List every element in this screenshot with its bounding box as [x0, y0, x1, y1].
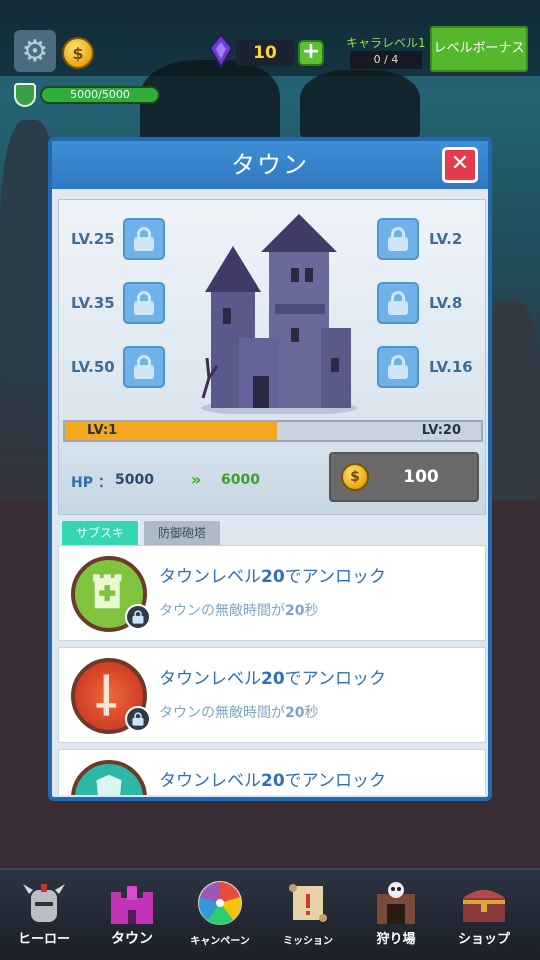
nav-label: 狩り場: [376, 932, 416, 947]
lock-slot-left-3[interactable]: LV.50: [71, 346, 165, 388]
desc-text: タウンの無敵時間が: [159, 705, 285, 721]
lock-icon: [377, 282, 419, 324]
castle-image: [201, 214, 357, 414]
skill-tabs: サブスキ 防御砲塔: [62, 521, 221, 545]
upgrade-button[interactable]: $ 100: [329, 452, 479, 502]
desc-number: 20: [285, 603, 305, 619]
lock-icon: [125, 604, 151, 630]
hp-current: 5000: [115, 472, 154, 488]
title-text: タウンレベル: [159, 771, 261, 791]
lock-level-label: LV.8: [429, 294, 463, 312]
nav-label: ミッション: [283, 936, 333, 947]
gem-count: 10: [236, 40, 294, 66]
gem-icon: [208, 34, 234, 68]
coin-icon: $: [62, 37, 94, 69]
shield-icon: [14, 83, 36, 107]
title-number: 20: [261, 771, 285, 791]
top-hud: ⚙ $ 10 + キャラレベル1 0 / 4 レベルボーナス: [0, 0, 540, 76]
desc-number: 20: [285, 705, 305, 721]
upgrade-price: 100: [403, 467, 439, 487]
desc-text: 秒: [304, 705, 319, 721]
tab-defense-turret[interactable]: 防御砲塔: [144, 521, 221, 545]
lock-slot-right-2[interactable]: LV.8: [377, 282, 481, 324]
chara-level-progress: 0 / 4: [350, 51, 422, 69]
desc-text: 秒: [304, 603, 319, 619]
lock-level-label: LV.16: [429, 358, 473, 376]
lock-slot-left-1[interactable]: LV.25: [71, 218, 165, 260]
skill-list: タウンレベル20でアンロック タウンの無敵時間が20秒 タウンレベル20でアンロ…: [58, 545, 486, 795]
tab-sub-skill[interactable]: サブスキ: [62, 521, 139, 545]
lock-level-label: LV.50: [71, 358, 115, 376]
settings-gear-icon[interactable]: ⚙: [14, 30, 56, 72]
lock-icon: [125, 706, 151, 732]
skull-gate-icon: [377, 882, 415, 924]
arrow-glyph: »: [191, 470, 201, 489]
nav-mission[interactable]: ミッション: [264, 874, 352, 958]
title-number: 20: [261, 669, 285, 689]
coin-icon: $: [341, 463, 369, 491]
title-text: タウンレベル: [159, 669, 261, 689]
scroll-icon: [289, 884, 327, 922]
lock-icon: [123, 218, 165, 260]
knight-helmet-icon: [23, 884, 65, 922]
hp-label-text: HP: [71, 475, 93, 491]
title-text: でアンロック: [284, 669, 386, 689]
item-title: タウンレベル20でアンロック: [159, 664, 386, 689]
nav-hunting-ground[interactable]: 狩り場: [352, 874, 440, 958]
lock-icon: [123, 346, 165, 388]
dialog-title: タウン: [231, 151, 309, 179]
town-level-progress: LV:1 LV:20: [63, 420, 483, 442]
chest-icon: [463, 890, 505, 922]
nav-label: ヒーロー: [17, 932, 70, 947]
nav-town[interactable]: タウン: [88, 874, 176, 958]
lock-level-label: LV.2: [429, 230, 463, 248]
lock-icon: [377, 346, 419, 388]
list-item[interactable]: タウンレベル20でアンロック: [58, 749, 486, 795]
add-gems-button[interactable]: +: [298, 40, 324, 66]
lock-level-label: LV.25: [71, 230, 115, 248]
nav-label: タウン: [111, 931, 153, 947]
town-info-panel: LV.25 LV.35 LV.50 LV.2 LV.8 LV.16 LV:1 L…: [58, 199, 486, 515]
nav-label: キャンペーン: [190, 936, 250, 947]
town-dialog: タウン ✕ LV.25 LV.35 LV.50 LV.2 LV.8 LV.16: [48, 137, 492, 801]
list-item[interactable]: タウンレベル20でアンロック タウンの無敵時間が20秒: [58, 545, 486, 641]
dialog-header: タウン ✕: [52, 141, 488, 189]
wheel-icon: [198, 881, 242, 925]
list-item[interactable]: タウンレベル20でアンロック タウンの無敵時間が20秒: [58, 647, 486, 743]
nav-hero[interactable]: ヒーロー: [0, 874, 88, 958]
hp-label: HP ：: [71, 472, 112, 492]
lock-slot-right-3[interactable]: LV.16: [377, 346, 481, 388]
item-description: タウンの無敵時間が20秒: [159, 600, 318, 620]
lock-level-label: LV.35: [71, 294, 115, 312]
target-level-label: LV:20: [421, 423, 461, 438]
bottom-nav: ヒーロー タウン キャンペーン ミッション 狩り場 ショップ: [0, 868, 540, 960]
title-number: 20: [261, 567, 285, 587]
level-bonus-button[interactable]: レベルボーナス: [430, 26, 528, 72]
close-button[interactable]: ✕: [442, 147, 478, 183]
nav-label: ショップ: [457, 932, 510, 947]
town-hp-bar: 5000/5000: [40, 86, 160, 104]
item-description: タウンの無敵時間が20秒: [159, 702, 318, 722]
item-title: タウンレベル20でアンロック: [159, 562, 386, 587]
lock-icon: [123, 282, 165, 324]
arrow-right-icon: »: [191, 470, 201, 489]
lock-icon: [377, 218, 419, 260]
title-text: でアンロック: [284, 567, 386, 587]
hp-label-colon: ：: [97, 475, 112, 491]
nav-shop[interactable]: ショップ: [440, 874, 528, 958]
chara-level-label: キャラレベル1: [346, 36, 426, 50]
castle-icon: [111, 886, 153, 924]
title-text: タウンレベル: [159, 567, 261, 587]
current-level-label: LV:1: [87, 423, 118, 438]
lock-slot-right-1[interactable]: LV.2: [377, 218, 481, 260]
hp-next: 6000: [221, 472, 260, 488]
title-text: でアンロック: [284, 771, 386, 791]
nav-campaign[interactable]: キャンペーン: [176, 874, 264, 958]
lock-slot-left-2[interactable]: LV.35: [71, 282, 165, 324]
desc-text: タウンの無敵時間が: [159, 603, 285, 619]
shield-icon: [71, 760, 147, 795]
item-title: タウンレベル20でアンロック: [159, 766, 386, 791]
